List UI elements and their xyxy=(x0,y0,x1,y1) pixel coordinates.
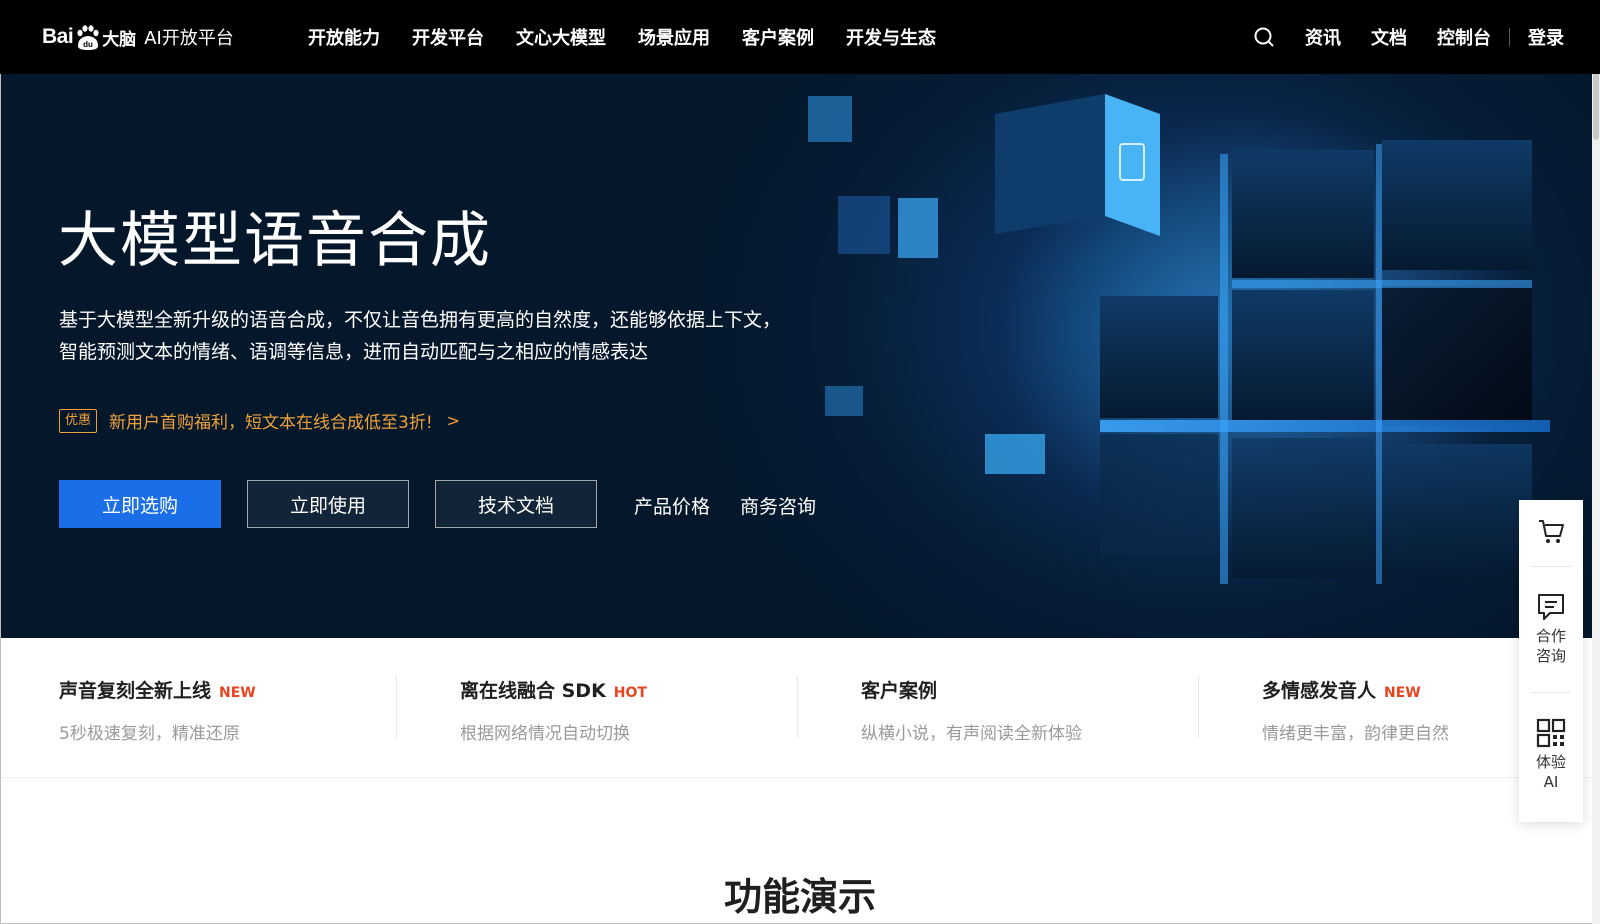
consult-label-line-1: 合作 xyxy=(1535,627,1566,645)
top-nav: Bai du 大脑 AI开放平台 开放能力 开发平台 文心大模型 场景应用 客户… xyxy=(0,0,1600,74)
feature-divider xyxy=(396,676,397,738)
hero-description: 基于大模型全新升级的语音合成，不仅让音色拥有更高的自然度，还能够依据上下文， 智… xyxy=(59,304,839,368)
nav-right: 资讯 文档 控制台 登录 xyxy=(1253,0,1564,74)
qrcode-icon xyxy=(1536,718,1566,748)
feature-description: 5秒极速复刻，精准还原 xyxy=(59,724,240,744)
feature-card-hybrid-sdk[interactable]: 离在线融合 SDK HOT 根据网络情况自动切换 xyxy=(460,676,840,744)
feature-title-row: 客户案例 xyxy=(861,676,1241,703)
try-ai-label-line-1: 体验 xyxy=(1535,753,1566,771)
nav-login-link[interactable]: 登录 xyxy=(1528,24,1564,50)
consult-label-line-2: 咨询 xyxy=(1535,647,1566,665)
logo-platform: AI开放平台 xyxy=(144,28,234,49)
cart-button[interactable] xyxy=(1519,516,1583,546)
try-ai-label: 体验 AI xyxy=(1536,752,1566,792)
hero-description-line-1: 基于大模型全新升级的语音合成，不仅让音色拥有更高的自然度，还能够依据上下文， xyxy=(59,309,782,331)
nav-console-link[interactable]: 控制台 xyxy=(1437,24,1491,50)
buy-now-button[interactable]: 立即选购 xyxy=(59,480,221,528)
consult-label: 合作 咨询 xyxy=(1536,626,1566,666)
feature-description: 情绪更丰富，韵律更自然 xyxy=(1262,724,1449,744)
feature-title: 客户案例 xyxy=(861,680,938,702)
floating-toolbar: 合作 咨询 体验 AI xyxy=(1519,500,1583,822)
nav-item-customer-cases[interactable]: 客户案例 xyxy=(742,24,814,50)
feature-description: 纵横小说，有声阅读全新体验 xyxy=(861,724,1082,744)
nav-item-wenxin-model[interactable]: 文心大模型 xyxy=(516,24,606,50)
promo-link[interactable]: 优惠 新用户首购福利，短文本在线合成低至3折! > xyxy=(59,408,460,433)
chevron-right-icon: > xyxy=(446,411,461,430)
tech-docs-button[interactable]: 技术文档 xyxy=(435,480,597,528)
cooperation-consult-button[interactable]: 合作 咨询 xyxy=(1519,592,1583,666)
hero-title: 大模型语音合成 xyxy=(58,206,492,276)
promo-badge: 优惠 xyxy=(59,408,98,433)
feature-description: 根据网络情况自动切换 xyxy=(460,724,630,744)
hero-description-line-2: 智能预测文本的情绪、语调等信息，进而自动匹配与之相应的情感表达 xyxy=(59,341,649,363)
page-scrollbar[interactable] xyxy=(1592,0,1600,924)
nav-item-dev-platform[interactable]: 开发平台 xyxy=(412,24,484,50)
cart-icon xyxy=(1539,520,1564,543)
hot-badge: HOT xyxy=(613,685,647,701)
feature-title: 多情感发音人 xyxy=(1262,680,1377,702)
product-price-link[interactable]: 产品价格 xyxy=(634,492,710,519)
feature-card-customer-cases[interactable]: 客户案例 纵横小说，有声阅读全新体验 xyxy=(861,676,1241,744)
feature-title: 声音复刻全新上线 xyxy=(59,680,212,702)
feature-card-voice-clone[interactable]: 声音复刻全新上线 NEW 5秒极速复刻，精准还原 xyxy=(59,676,439,744)
try-ai-label-line-2: AI xyxy=(1543,773,1559,791)
try-ai-button[interactable]: 体验 AI xyxy=(1519,718,1583,792)
new-badge: NEW xyxy=(1384,685,1421,701)
feature-title: 离在线融合 SDK xyxy=(460,680,606,702)
logo-brand: Bai xyxy=(42,25,74,48)
feature-title-row: 声音复刻全新上线 NEW xyxy=(59,676,439,703)
baidu-brain-logo[interactable]: Bai du 大脑 AI开放平台 xyxy=(42,22,234,52)
feature-title-row: 多情感发音人 NEW xyxy=(1262,676,1512,703)
feature-card-emotional-voices[interactable]: 多情感发音人 NEW 情绪更丰富，韵律更自然 xyxy=(1262,676,1512,744)
section-title-demo: 功能演示 xyxy=(723,875,876,919)
promo-text: 新用户首购福利，短文本在线合成低至3折! xyxy=(109,413,433,433)
hero-banner: 大模型语音合成 基于大模型全新升级的语音合成，不仅让音色拥有更高的自然度，还能够… xyxy=(0,74,1600,638)
feature-title-row: 离在线融合 SDK HOT xyxy=(460,676,840,703)
nav-item-scenarios[interactable]: 场景应用 xyxy=(638,24,710,50)
baidu-paw-icon: du xyxy=(77,25,99,50)
search-icon[interactable] xyxy=(1253,26,1275,48)
business-consult-link[interactable]: 商务咨询 xyxy=(740,492,816,519)
feature-divider xyxy=(797,676,798,738)
nav-divider xyxy=(1509,28,1510,46)
nav-news-link[interactable]: 资讯 xyxy=(1305,24,1341,50)
nav-item-ecosystem[interactable]: 开发与生态 xyxy=(846,24,936,50)
main-menu: 开放能力 开发平台 文心大模型 场景应用 客户案例 开发与生态 xyxy=(308,0,968,74)
nav-docs-link[interactable]: 文档 xyxy=(1371,24,1407,50)
feature-divider xyxy=(1198,676,1199,738)
nav-item-open-capabilities[interactable]: 开放能力 xyxy=(308,24,380,50)
new-badge: NEW xyxy=(219,685,256,701)
logo-paw-text: du xyxy=(83,40,93,49)
feature-strip: 声音复刻全新上线 NEW 5秒极速复刻，精准还原 离在线融合 SDK HOT 根据网… xyxy=(0,638,1600,778)
toolbar-divider xyxy=(1531,566,1571,567)
logo-brand-cn: 大脑 xyxy=(102,29,137,50)
toolbar-divider xyxy=(1531,692,1571,693)
use-now-button[interactable]: 立即使用 xyxy=(247,480,409,528)
chat-icon xyxy=(1538,594,1564,620)
